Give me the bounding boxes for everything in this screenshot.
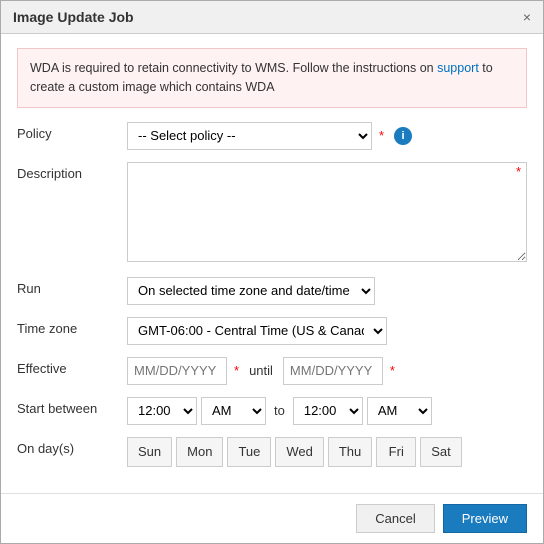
policy-required: *	[379, 128, 384, 143]
day-btn-fri[interactable]: Fri	[376, 437, 416, 467]
preview-button[interactable]: Preview	[443, 504, 527, 533]
effective-controls: * until *	[127, 357, 527, 385]
effective-end-required: *	[390, 363, 395, 378]
image-update-job-dialog: Image Update Job × WDA is required to re…	[0, 0, 544, 544]
policy-label: Policy	[17, 122, 127, 141]
start-between-row: Start between 12:00 AM PM to 12:00 AM PM	[17, 397, 527, 425]
dialog-body: WDA is required to retain connectivity t…	[1, 34, 543, 493]
start-between-label: Start between	[17, 397, 127, 416]
end-time-select[interactable]: 12:00	[293, 397, 363, 425]
run-select[interactable]: On selected time zone and date/time	[127, 277, 375, 305]
dialog-title: Image Update Job	[13, 9, 134, 25]
effective-end-date[interactable]	[283, 357, 383, 385]
run-row: Run On selected time zone and date/time	[17, 277, 527, 305]
dialog-header: Image Update Job ×	[1, 1, 543, 34]
run-label: Run	[17, 277, 127, 296]
effective-label: Effective	[17, 357, 127, 376]
day-btn-wed[interactable]: Wed	[275, 437, 324, 467]
start-between-controls: 12:00 AM PM to 12:00 AM PM	[127, 397, 527, 425]
day-btn-sat[interactable]: Sat	[420, 437, 462, 467]
support-link[interactable]: support	[437, 61, 479, 75]
description-row: Description *	[17, 162, 527, 265]
alert-message: WDA is required to retain connectivity t…	[17, 48, 527, 108]
timezone-label: Time zone	[17, 317, 127, 336]
until-label: until	[249, 363, 273, 378]
policy-row: Policy -- Select policy -- * i	[17, 122, 527, 150]
policy-select[interactable]: -- Select policy --	[127, 122, 372, 150]
effective-start-date[interactable]	[127, 357, 227, 385]
effective-row: Effective * until *	[17, 357, 527, 385]
start-ampm-select[interactable]: AM PM	[201, 397, 266, 425]
day-btn-thu[interactable]: Thu	[328, 437, 372, 467]
on-days-label: On day(s)	[17, 437, 127, 456]
alert-text-part1: WDA is required to retain connectivity t…	[30, 61, 437, 75]
cancel-button[interactable]: Cancel	[356, 504, 434, 533]
info-icon[interactable]: i	[394, 127, 412, 145]
run-controls: On selected time zone and date/time	[127, 277, 527, 305]
on-days-controls: Sun Mon Tue Wed Thu Fri Sat	[127, 437, 527, 467]
timezone-controls: GMT-06:00 - Central Time (US & Canad.	[127, 317, 527, 345]
on-days-row: On day(s) Sun Mon Tue Wed Thu Fri Sat	[17, 437, 527, 467]
day-btn-tue[interactable]: Tue	[227, 437, 271, 467]
description-label: Description	[17, 162, 127, 181]
close-button[interactable]: ×	[523, 10, 531, 24]
day-btn-sun[interactable]: Sun	[127, 437, 172, 467]
timezone-select[interactable]: GMT-06:00 - Central Time (US & Canad.	[127, 317, 387, 345]
description-textarea[interactable]	[127, 162, 527, 262]
day-btn-mon[interactable]: Mon	[176, 437, 223, 467]
end-ampm-select[interactable]: AM PM	[367, 397, 432, 425]
description-wrapper: *	[127, 162, 527, 265]
timezone-row: Time zone GMT-06:00 - Central Time (US &…	[17, 317, 527, 345]
dialog-footer: Cancel Preview	[1, 493, 543, 543]
policy-controls: -- Select policy -- * i	[127, 122, 527, 150]
to-label: to	[274, 403, 285, 418]
description-required: *	[516, 164, 521, 179]
start-time-select[interactable]: 12:00	[127, 397, 197, 425]
effective-start-required: *	[234, 363, 239, 378]
